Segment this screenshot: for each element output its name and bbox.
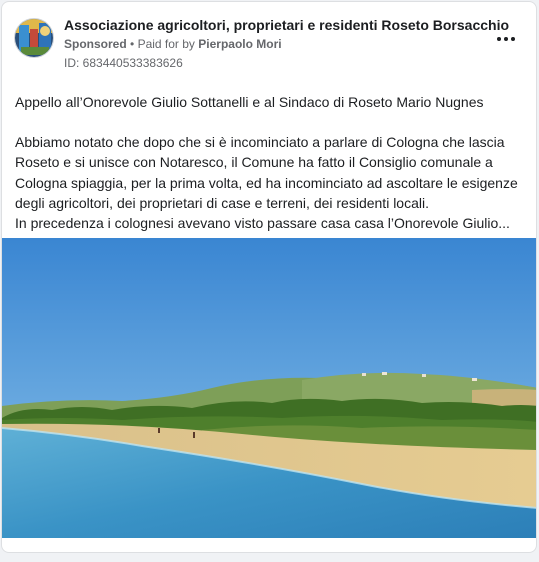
sponsored-label: Sponsored — [64, 37, 127, 51]
page-name-link[interactable]: Associazione agricoltori, proprietari e … — [64, 17, 509, 33]
post-text-line: Roseto e si unisce con Notaresco, il Com… — [15, 154, 493, 171]
ad-id: ID: 683440533383626 — [64, 56, 183, 70]
post-body-text: Appello all’Onorevole Giulio Sottanelli … — [15, 92, 525, 233]
ad-card: Associazione agricoltori, proprietari e … — [1, 1, 537, 553]
more-options-button[interactable] — [494, 32, 518, 46]
post-text-line: Abbiamo notato che dopo che si è incomin… — [15, 134, 505, 151]
ad-photo[interactable] — [2, 238, 536, 538]
post-text-line: degli agricoltori, dei proprietari di ca… — [15, 194, 429, 211]
post-text-line[interactable]: In precedenza i colognesi avevano visto … — [15, 213, 525, 233]
payer-name: Pierpaolo Mori — [198, 37, 282, 51]
post-header: Associazione agricoltori, proprietari e … — [2, 2, 536, 82]
separator-dot: • — [130, 37, 138, 51]
post-text-line: Appello all’Onorevole Giulio Sottanelli … — [15, 94, 484, 110]
beach-landscape-image — [2, 238, 536, 538]
paid-for-prefix: Paid for by — [137, 37, 195, 51]
post-text-line: Cologna spiaggia, per la prima volta, ed… — [15, 174, 518, 191]
more-horizontal-icon — [497, 37, 501, 41]
sponsored-line: Sponsored • Paid for by Pierpaolo Mori — [64, 37, 282, 51]
page-avatar-icon[interactable] — [14, 18, 54, 58]
